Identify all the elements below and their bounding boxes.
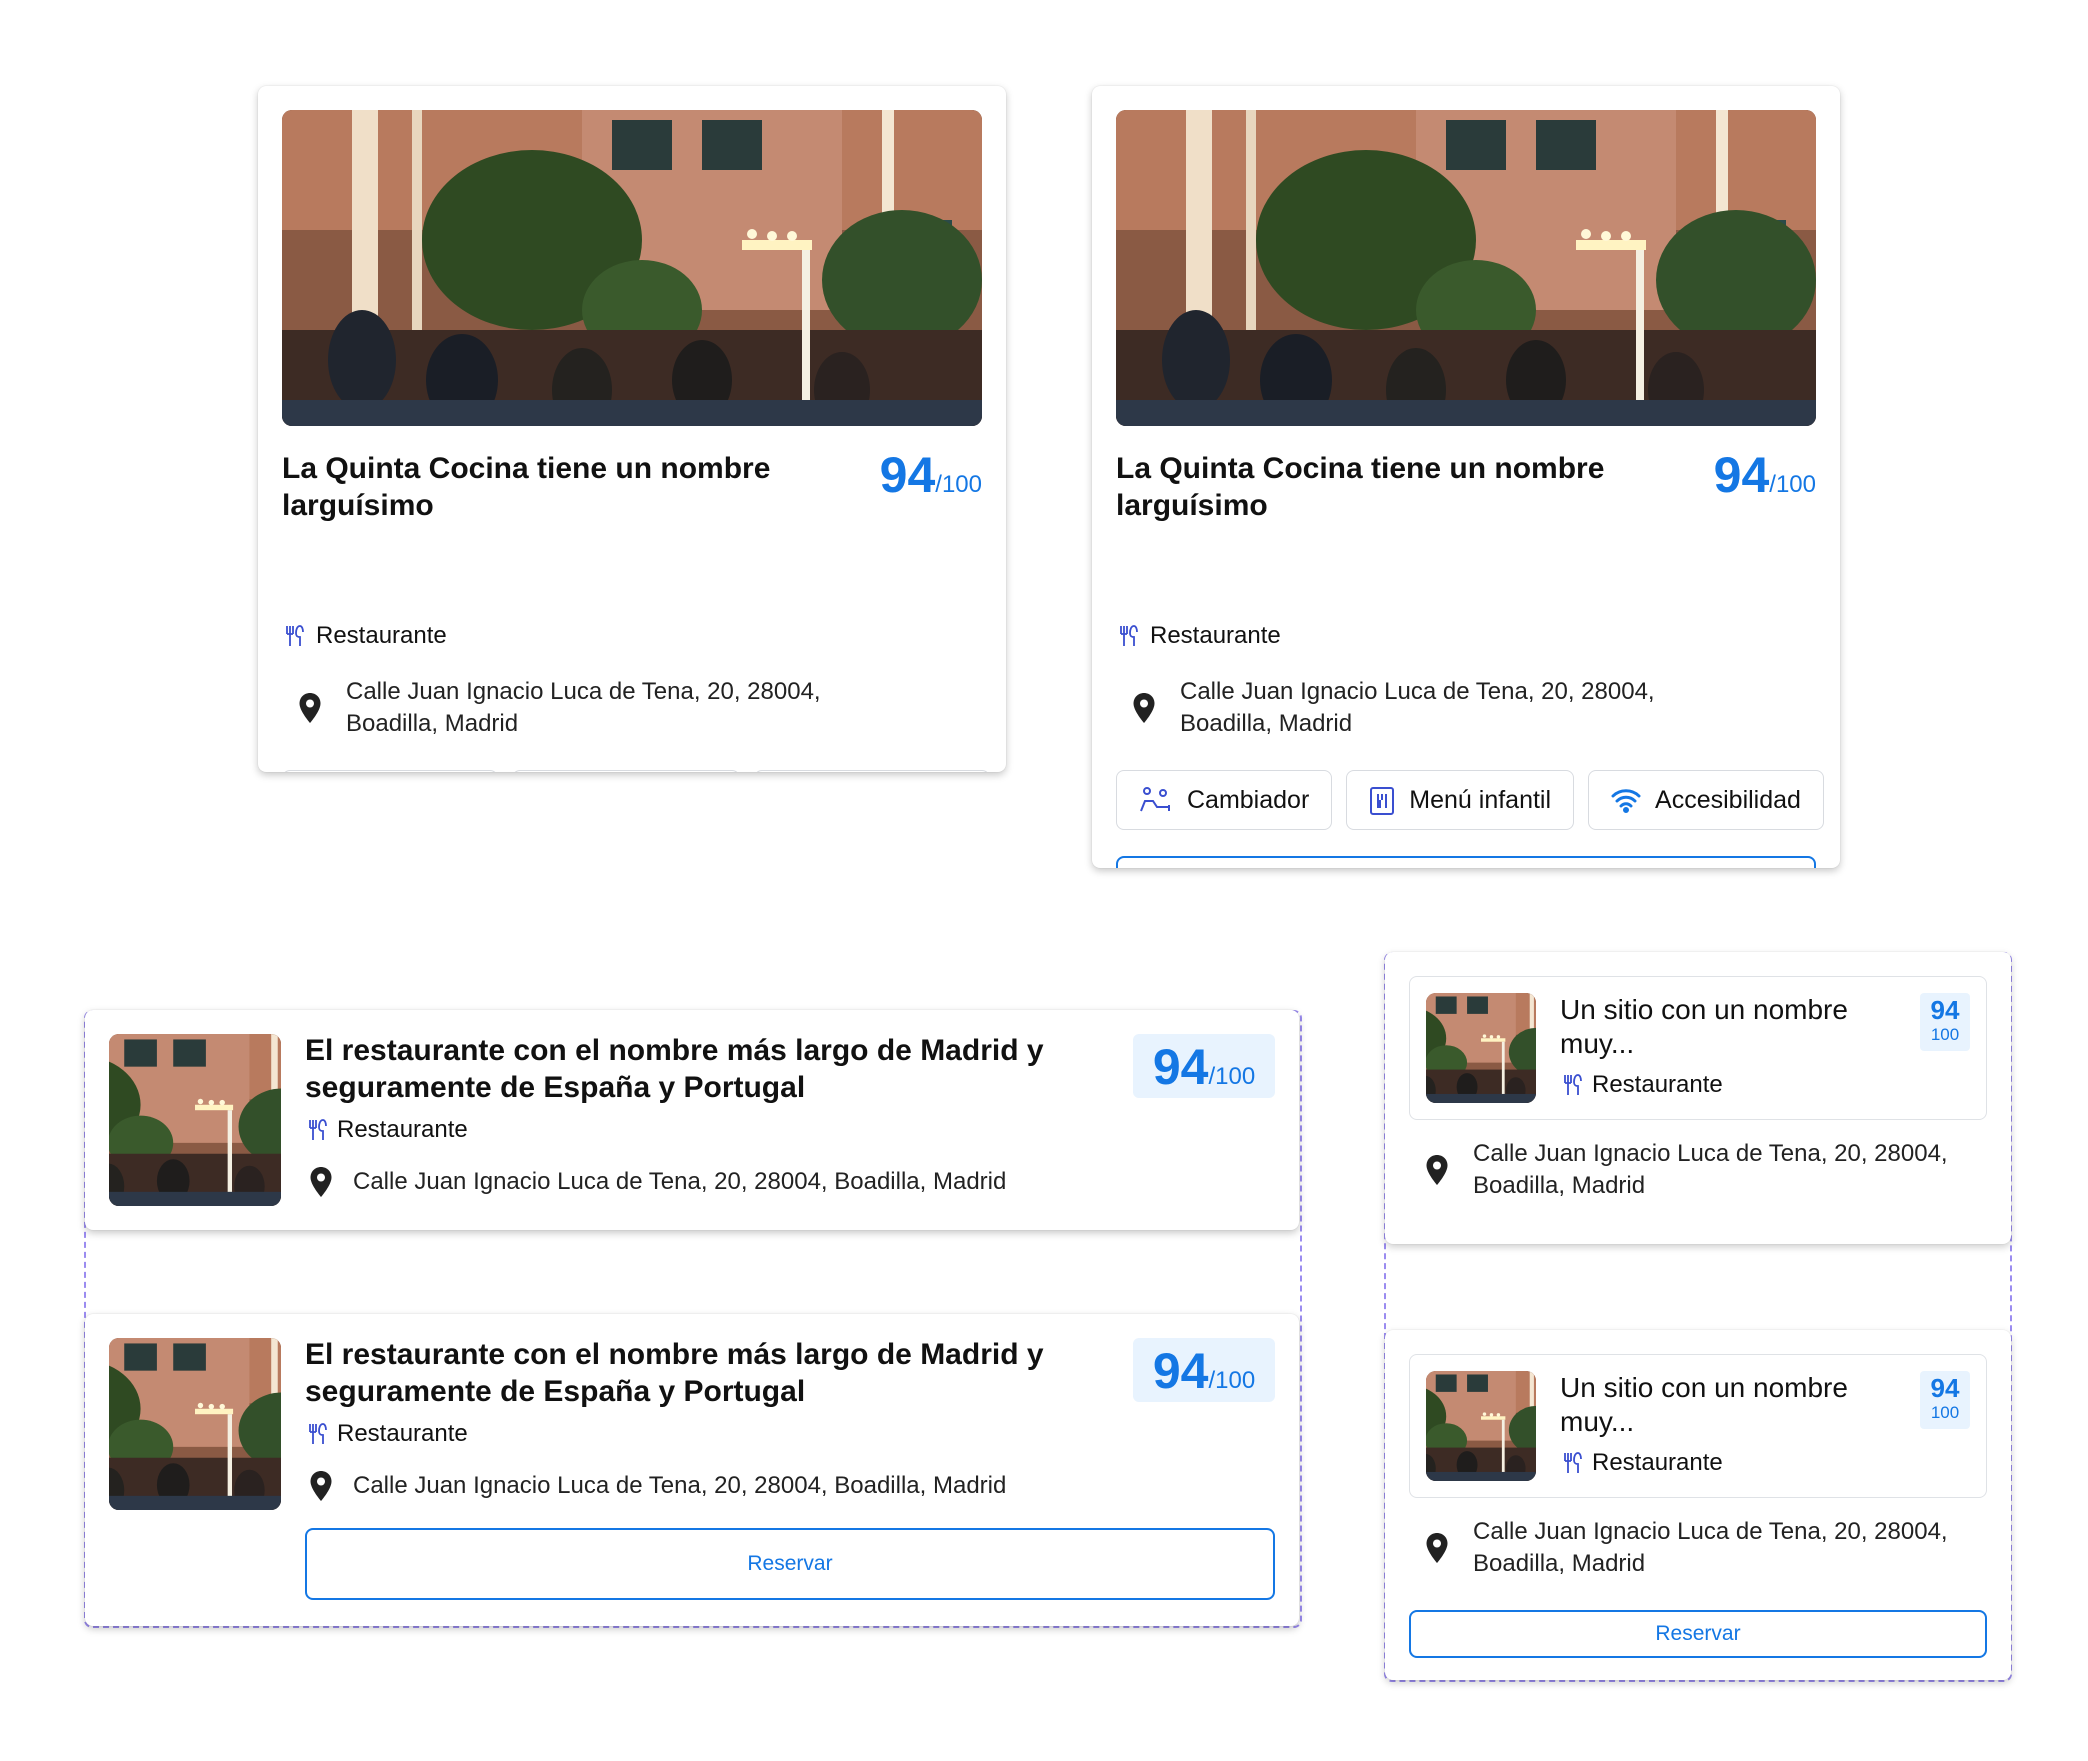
- restaurant-title: La Quinta Cocina tiene un nombre larguís…: [282, 452, 771, 522]
- restaurant-photo: [109, 1034, 281, 1206]
- cutlery-icon: [1560, 1072, 1586, 1098]
- reserve-button[interactable]: Reservar: [1116, 856, 1816, 868]
- restaurant-address: Calle Juan Ignacio Luca de Tena, 20, 280…: [346, 678, 821, 737]
- restaurant-type: Restaurante: [1560, 1071, 1723, 1099]
- chip-label: Accesibilidad: [1655, 785, 1801, 814]
- restaurant-type-label: Restaurante: [1150, 622, 1281, 649]
- restaurant-location: Calle Juan Ignacio Luca de Tena, 20, 280…: [309, 1166, 1006, 1198]
- cutlery-icon: [305, 1421, 331, 1447]
- chip-label: Cambiador: [1187, 785, 1310, 814]
- map-pin-icon: [298, 692, 322, 724]
- cutlery-icon: [282, 623, 308, 649]
- restaurant-location: Calle Juan Ignacio Luca de Tena, 20, 280…: [1132, 676, 1740, 740]
- restaurant-type: Restaurante: [305, 1420, 468, 1448]
- restaurant-title: El restaurante con el nombre más largo d…: [305, 1034, 1044, 1104]
- map-pin-icon: [1425, 1154, 1449, 1186]
- restaurant-type-label: Restaurante: [316, 622, 447, 649]
- restaurant-score: 94/100: [1133, 1034, 1275, 1098]
- restaurant-type-label: Restaurante: [337, 1116, 468, 1143]
- restaurant-title: Un sitio con un nombre muy...: [1560, 994, 1848, 1059]
- restaurant-address: Calle Juan Ignacio Luca de Tena, 20, 280…: [353, 1168, 1007, 1195]
- chip-cambiador[interactable]: Cambiador: [1116, 770, 1333, 830]
- reserve-button[interactable]: Reservar: [305, 1528, 1275, 1600]
- chip-menu-infantil[interactable]: Menú infantil: [1346, 770, 1575, 830]
- restaurant-score: 94 100: [1920, 993, 1970, 1051]
- restaurant-score: 94/100: [1713, 447, 1816, 503]
- cutlery-icon: [1116, 623, 1142, 649]
- restaurant-type-label: Restaurante: [1592, 1071, 1723, 1098]
- kids-menu-icon: [1369, 784, 1395, 816]
- restaurant-card-compact-reserve[interactable]: Un sitio con un nombre muy... 94 100 Res…: [1385, 1330, 2011, 1680]
- restaurant-address: Calle Juan Ignacio Luca de Tena, 20, 280…: [353, 1472, 1007, 1499]
- restaurant-photo: [1426, 1371, 1536, 1481]
- restaurant-score: 94 100: [1920, 1371, 1970, 1429]
- restaurant-address: Calle Juan Ignacio Luca de Tena, 20, 280…: [1180, 678, 1655, 737]
- restaurant-address: Calle Juan Ignacio Luca de Tena, 20, 280…: [1473, 1140, 1948, 1199]
- restaurant-type: Restaurante: [305, 1116, 468, 1144]
- restaurant-card-compact[interactable]: Un sitio con un nombre muy... 94 100 Res…: [1385, 952, 2011, 1244]
- restaurant-type: Restaurante: [1560, 1449, 1723, 1477]
- restaurant-photo: [1426, 993, 1536, 1103]
- restaurant-location: Calle Juan Ignacio Luca de Tena, 20, 280…: [1425, 1138, 1953, 1202]
- restaurant-type: Restaurante: [282, 622, 447, 650]
- restaurant-photo: [1116, 110, 1816, 426]
- restaurant-score: 94/100: [1133, 1338, 1275, 1402]
- amenity-chips: Cambiador Menú infantil Accesibilidad: [1116, 770, 1824, 830]
- restaurant-summary-box: Un sitio con un nombre muy... 94 100 Res…: [1409, 1354, 1987, 1498]
- amenity-chips: Cambiador Menú infantil Accesibilidad: [282, 770, 990, 772]
- map-pin-icon: [309, 1166, 333, 1198]
- restaurant-location: Calle Juan Ignacio Luca de Tena, 20, 280…: [309, 1470, 1006, 1502]
- cutlery-icon: [305, 1117, 331, 1143]
- restaurant-photo: [109, 1338, 281, 1510]
- restaurant-location: Calle Juan Ignacio Luca de Tena, 20, 280…: [298, 676, 906, 740]
- reserve-button[interactable]: Reservar: [1409, 1610, 1987, 1658]
- chip-label: Menú infantil: [1409, 785, 1552, 814]
- chip-menu-infantil[interactable]: Menú infantil: [512, 770, 741, 772]
- restaurant-photo: [282, 110, 982, 426]
- restaurant-summary-box: Un sitio con un nombre muy... 94 100 Res…: [1409, 976, 1987, 1120]
- restaurant-card-vertical[interactable]: La Quinta Cocina tiene un nombre larguís…: [258, 86, 1006, 772]
- cutlery-icon: [1560, 1450, 1586, 1476]
- map-pin-icon: [1425, 1532, 1449, 1564]
- wifi-icon: [1611, 787, 1641, 813]
- map-pin-icon: [1132, 692, 1156, 724]
- restaurant-card-vertical-reserve[interactable]: La Quinta Cocina tiene un nombre larguís…: [1092, 86, 1840, 868]
- baby-changing-icon: [1139, 785, 1173, 815]
- restaurant-score: 94/100: [879, 447, 982, 503]
- restaurant-title: El restaurante con el nombre más largo d…: [305, 1338, 1044, 1408]
- restaurant-location: Calle Juan Ignacio Luca de Tena, 20, 280…: [1425, 1516, 1953, 1580]
- restaurant-card-horizontal[interactable]: El restaurante con el nombre más largo d…: [85, 1010, 1299, 1230]
- restaurant-type: Restaurante: [1116, 622, 1281, 650]
- restaurant-card-horizontal-reserve[interactable]: El restaurante con el nombre más largo d…: [85, 1314, 1299, 1626]
- restaurant-type-label: Restaurante: [337, 1420, 468, 1447]
- chip-cambiador[interactable]: Cambiador: [282, 770, 499, 772]
- map-pin-icon: [309, 1470, 333, 1502]
- restaurant-type-label: Restaurante: [1592, 1449, 1723, 1476]
- chip-accesibilidad[interactable]: Accesibilidad: [1588, 770, 1824, 830]
- restaurant-title: La Quinta Cocina tiene un nombre larguís…: [1116, 452, 1605, 522]
- chip-accesibilidad[interactable]: Accesibilidad: [754, 770, 990, 772]
- restaurant-title: Un sitio con un nombre muy...: [1560, 1372, 1848, 1437]
- restaurant-address: Calle Juan Ignacio Luca de Tena, 20, 280…: [1473, 1518, 1948, 1577]
